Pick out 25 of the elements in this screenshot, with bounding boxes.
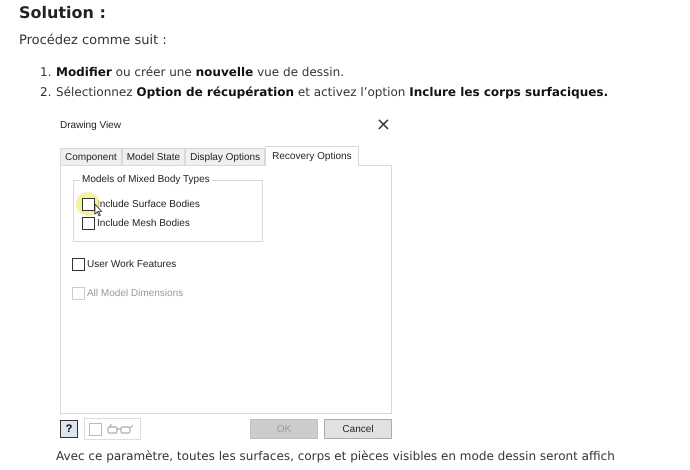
checkbox-label: All Model Dimensions: [87, 288, 184, 299]
note-text: Avec ce paramètre, toutes les surfaces, corps et pièces visibles en mode dessin seront affich: [56, 448, 616, 465]
step-text: Modifier ou créer une nouvelle vue de dessin.: [56, 65, 344, 79]
solution-heading: Solution :: [19, 2, 107, 24]
list-number: 1.: [40, 64, 52, 81]
checkbox-label: Include Mesh Bodies: [97, 218, 190, 229]
checkbox-label: User Work Features: [87, 259, 176, 270]
close-button[interactable]: ×: [376, 116, 391, 134]
help-button[interactable]: ?: [60, 420, 78, 438]
tab[interactable]: Recovery Options: [265, 146, 359, 166]
tab[interactable]: Display Options: [185, 148, 266, 165]
dialog-button[interactable]: Cancel: [324, 419, 392, 439]
step-text: Sélectionnez Option de récupération et activez l’option Inclure les corps surfaciques.: [56, 85, 608, 99]
list-number: 2.: [40, 84, 52, 101]
checkbox-label: Include Surface Bodies: [97, 199, 200, 210]
checkbox[interactable]: [72, 258, 85, 271]
tab[interactable]: Model State: [122, 148, 186, 165]
checkbox[interactable]: [82, 198, 95, 211]
glasses-icon: [106, 423, 136, 435]
group-title: Models of Mixed Body Types: [80, 174, 212, 185]
tab[interactable]: Component: [60, 148, 122, 165]
intro-text: Procédez comme suit :: [19, 32, 168, 50]
checkbox[interactable]: [89, 422, 102, 436]
window-title: Drawing View: [60, 120, 121, 130]
checkbox[interactable]: [82, 217, 95, 230]
